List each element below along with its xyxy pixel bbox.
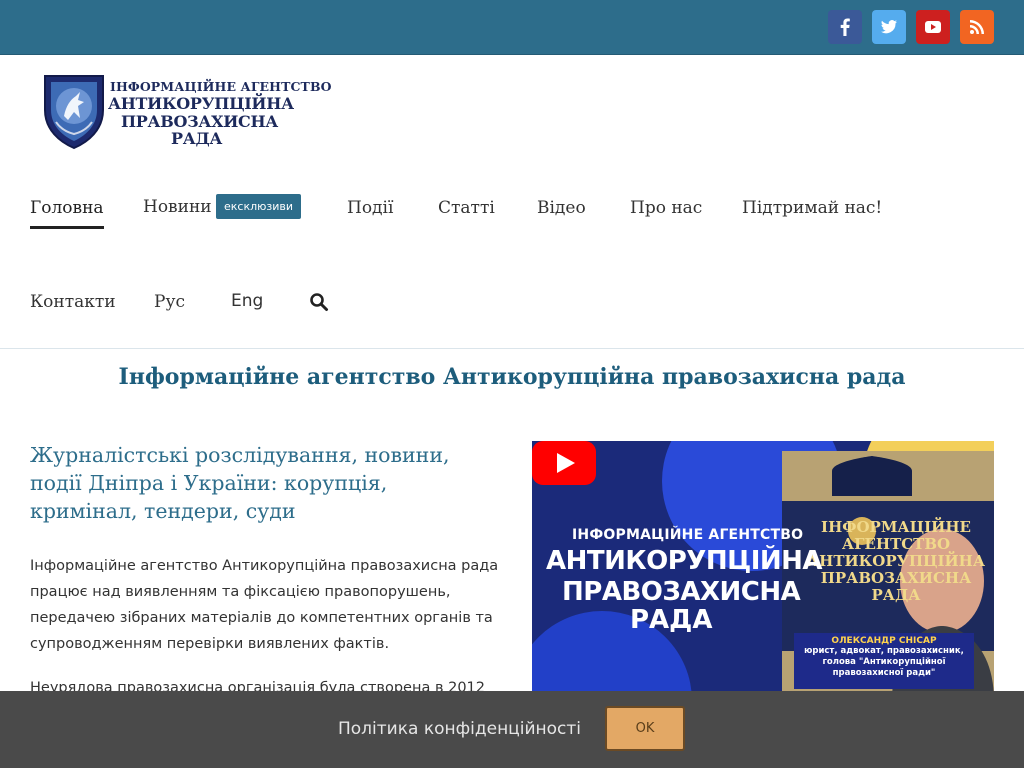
video-caption: ОЛЕКСАНДР СНІСАР юрист, адвокат, правоза… <box>794 633 974 689</box>
facebook-icon[interactable] <box>828 10 862 44</box>
logo-text-council: РАДА <box>171 129 223 148</box>
nav-lang-eng[interactable]: Eng <box>231 291 263 311</box>
top-bar <box>0 0 1024 55</box>
video-caption-role: юрист, адвокат, правозахисник, голова "А… <box>804 646 964 678</box>
nav-contacts[interactable]: Контакти <box>30 292 116 312</box>
search-icon[interactable] <box>309 292 329 312</box>
privacy-cookie-bar: Політика конфіденційності OK <box>0 691 1024 768</box>
nav-news-exclusive-badge[interactable]: ексклюзиви <box>216 194 302 219</box>
nav-home[interactable]: Головна <box>30 198 104 229</box>
nav-lang-rus[interactable]: Рус <box>154 292 185 312</box>
twitter-icon[interactable] <box>872 10 906 44</box>
nav-support[interactable]: Підтримай нас! <box>742 198 882 218</box>
intro-paragraph: Інформаційне агентство Антикорупційна пр… <box>30 558 499 652</box>
logo-text-anticorruption: АНТИКОРУПЦІЙНА <box>108 94 294 113</box>
header-divider <box>0 348 1024 349</box>
video-sign-text: ІНФОРМАЦІЙНЕ АГЕНТСТВО АНТИКОРУПЦІЙНА ПР… <box>806 518 986 604</box>
video-caption-name: ОЛЕКСАНДР СНІСАР <box>831 636 937 646</box>
nav-articles[interactable]: Статті <box>438 198 495 218</box>
video-embed[interactable]: ІНФОРМАЦІЙНЕ АГЕНТСТВО АНТИКОРУПЦІЙНА ПР… <box>532 441 994 701</box>
play-button-icon[interactable] <box>532 441 596 485</box>
shield-logo-icon <box>44 75 104 150</box>
rss-icon[interactable] <box>960 10 994 44</box>
page-subheading: Журналістські розслідування, новини, под… <box>30 443 450 523</box>
video-title-line3: ПРАВОЗАХИСНА <box>562 577 801 607</box>
video-title-line4: РАДА <box>630 605 713 635</box>
nav-video[interactable]: Відео <box>537 198 586 218</box>
nav-events[interactable]: Події <box>347 198 393 218</box>
video-title-agency: ІНФОРМАЦІЙНЕ АГЕНТСТВО <box>572 527 804 543</box>
logo-text-agency: ІНФОРМАЦІЙНЕ АГЕНТСТВО <box>110 79 332 94</box>
privacy-policy-link[interactable]: Політика конфіденційності <box>338 719 581 739</box>
nav-about[interactable]: Про нас <box>630 198 702 218</box>
video-title-line2: АНТИКОРУПЦІЙНА <box>546 546 823 576</box>
cookie-ok-button[interactable]: OK <box>605 706 685 751</box>
page-title: Інформаційне агентство Антикорупційна пр… <box>118 364 906 390</box>
nav-news[interactable]: Новини <box>143 197 212 217</box>
youtube-icon[interactable] <box>916 10 950 44</box>
site-logo[interactable]: ІНФОРМАЦІЙНЕ АГЕНТСТВО АНТИКОРУПЦІЙНА ПР… <box>42 72 332 152</box>
